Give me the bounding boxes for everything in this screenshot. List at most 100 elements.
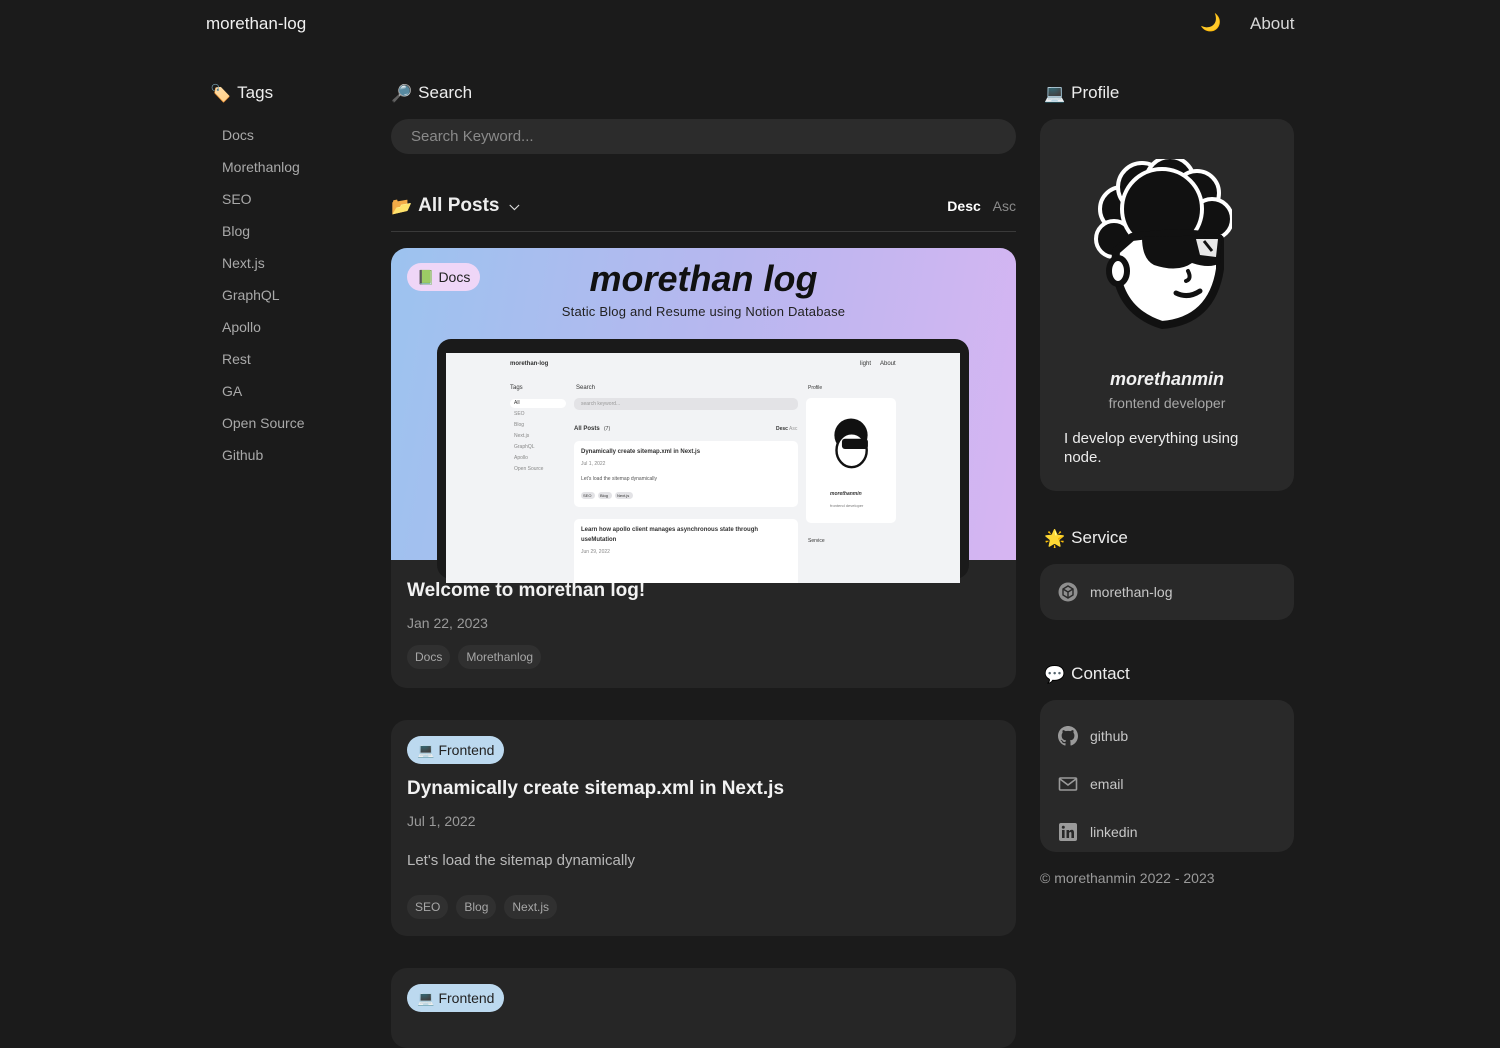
category-dropdown[interactable]: 📂 All Posts ⌵	[391, 195, 519, 217]
profile-bio: I develop everything using node.	[1064, 430, 1239, 466]
mini-tag: Apollo	[514, 455, 528, 461]
top-nav: morethan-log 🌙 About	[0, 0, 1500, 50]
sort-asc-button[interactable]: Asc	[993, 198, 1016, 214]
service-heading: 🌟 Service	[1040, 528, 1294, 548]
search-title: Search	[418, 83, 473, 102]
mini-post-date: Jun 29, 2022	[581, 549, 610, 555]
mini-tag: GraphQL	[514, 444, 535, 450]
mini-all-posts: All Posts	[574, 426, 600, 432]
mini-tag: Open Source	[514, 466, 544, 472]
mini-profile-title: Profile	[808, 385, 823, 391]
linkedin-icon	[1059, 823, 1077, 841]
github-icon	[1058, 726, 1078, 746]
mail-icon	[1058, 777, 1078, 791]
post-summary: Let's load the sitemap dynamically	[407, 852, 635, 869]
contact-card: github email linkedin	[1040, 700, 1294, 852]
mini-tags-title: Tags	[510, 385, 523, 391]
category-badge: 💻 Frontend	[407, 984, 505, 1012]
mini-search-title: Search	[576, 385, 596, 391]
category-badge: 💻 Frontend	[407, 736, 505, 764]
post-tags: Docs Morethanlog	[407, 645, 1000, 669]
tag-item-rest[interactable]: Rest	[222, 349, 370, 381]
laptop-icon: 💻	[417, 989, 435, 1006]
contact-linkedin[interactable]: linkedin	[1040, 808, 1294, 856]
tag-item-github[interactable]: Github	[222, 445, 370, 477]
post-title[interactable]: Welcome to morethan log!	[407, 580, 1000, 602]
post-date: Jul 1, 2022	[407, 813, 476, 829]
post-tag[interactable]: Blog	[456, 895, 497, 919]
mini-tag-pill-text: Next.js	[617, 493, 630, 498]
profile-card[interactable]: morethanmin frontend developer I develop…	[1040, 119, 1294, 491]
tags-heading: 🏷️ Tags	[210, 83, 370, 103]
mini-post-title: Learn how apollo client manages asynchro…	[581, 527, 759, 533]
mini-tag: All	[514, 400, 520, 406]
mini-tag: Next.js	[514, 433, 530, 439]
profile-heading: 💻 Profile	[1040, 83, 1294, 103]
laptop-icon: 💻	[1044, 83, 1066, 103]
post-tags: SEO Blog Next.js	[407, 895, 1000, 919]
sort-desc-button[interactable]: Desc	[947, 198, 980, 214]
tag-icon: 🏷️	[210, 83, 232, 103]
copyright-footer: © morethanmin 2022 - 2023	[1040, 870, 1215, 886]
mini-tag-pill-text: Blog	[600, 493, 609, 498]
contact-email[interactable]: email	[1040, 760, 1294, 808]
tag-item-nextjs[interactable]: Next.js	[222, 253, 370, 285]
tag-item-graphql[interactable]: GraphQL	[222, 285, 370, 317]
site-logo[interactable]: morethan-log	[206, 14, 306, 34]
post-card[interactable]: 💻 Frontend	[391, 968, 1016, 1048]
mini-avatar	[834, 418, 868, 469]
mini-count: (7)	[604, 426, 611, 432]
tags-sidebar: 🏷️ Tags Docs Morethanlog SEO Blog Next.j…	[210, 83, 370, 477]
folder-icon: 📂	[391, 196, 413, 216]
post-tag[interactable]: Morethanlog	[458, 645, 542, 669]
search-heading: 🔎 Search	[391, 83, 1016, 103]
post-card[interactable]: 💻 Frontend Dynamically create sitemap.xm…	[391, 720, 1016, 936]
sort-toggle: Desc Asc	[939, 198, 1016, 214]
posts-title: All Posts	[418, 195, 500, 216]
contact-label: linkedin	[1090, 824, 1138, 840]
post-tag[interactable]: SEO	[407, 895, 449, 919]
contact-label: github	[1090, 728, 1129, 744]
category-label: Frontend	[438, 990, 495, 1006]
mini-profile-role: frontend developer	[830, 503, 864, 508]
post-title[interactable]: Dynamically create sitemap.xml in Next.j…	[407, 778, 1000, 800]
profile-name: morethanmin	[1109, 369, 1224, 389]
contact-github[interactable]: github	[1040, 712, 1294, 760]
category-label: Frontend	[438, 742, 495, 758]
tag-item-open-source[interactable]: Open Source	[222, 413, 370, 445]
mini-about: About	[880, 361, 896, 367]
tag-item-seo[interactable]: SEO	[222, 189, 370, 221]
tag-item-ga[interactable]: GA	[222, 381, 370, 413]
tags-title: Tags	[237, 83, 274, 102]
green-book-icon: 📗	[417, 268, 435, 285]
chevron-down-icon: ⌵	[509, 198, 520, 213]
post-tag[interactable]: Docs	[407, 645, 451, 669]
tag-item-morethanlog[interactable]: Morethanlog	[222, 157, 370, 189]
service-link[interactable]: morethan-log	[1040, 564, 1294, 620]
laptop-icon: 💻	[417, 741, 435, 758]
codesandbox-icon	[1058, 582, 1078, 602]
about-link[interactable]: About	[1250, 14, 1294, 34]
dark-mode-toggle-icon[interactable]: 🌙	[1200, 13, 1221, 33]
mini-search-placeholder: search keyword...	[581, 401, 621, 407]
post-date: Jan 22, 2023	[407, 615, 488, 631]
tag-item-blog[interactable]: Blog	[222, 221, 370, 253]
profile-title: Profile	[1071, 83, 1120, 102]
avatar	[1094, 159, 1232, 329]
tag-item-apollo[interactable]: Apollo	[222, 317, 370, 349]
tag-item-docs[interactable]: Docs	[222, 125, 370, 157]
profile-role: frontend developer	[1108, 395, 1226, 411]
mini-asc: Asc	[789, 426, 798, 432]
cover-subtitle: Static Blog and Resume using Notion Data…	[561, 304, 846, 319]
mini-tag-pill-text: SEO	[583, 493, 592, 498]
main-feed: 🔎 Search 📂 All Posts ⌵ Desc Asc morethan…	[391, 83, 1016, 1048]
cover-title: morethan log	[589, 258, 818, 299]
search-input[interactable]	[391, 119, 1016, 154]
post-tag[interactable]: Next.js	[504, 895, 558, 919]
contact-title: Contact	[1071, 664, 1130, 683]
contact-label: email	[1090, 776, 1124, 792]
mini-desc: Desc	[776, 426, 788, 432]
mini-post-title: useMutation	[581, 537, 617, 543]
mini-service-title: Service	[808, 538, 825, 544]
post-card[interactable]: morethan log Static Blog and Resume usin…	[391, 248, 1016, 688]
